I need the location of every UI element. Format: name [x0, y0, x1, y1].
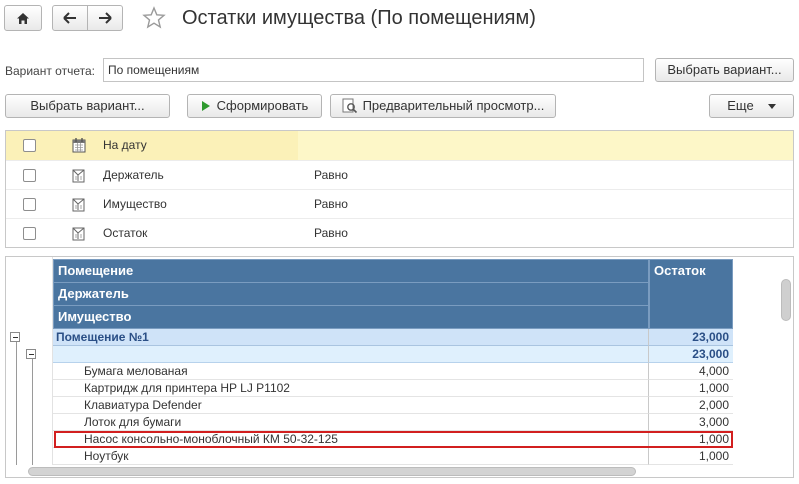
cell-value: 1,000: [649, 380, 733, 397]
filter-condition[interactable]: Равно: [314, 197, 348, 211]
table-row[interactable]: Бумага мелованая 4,000: [53, 363, 733, 380]
cell-name: Помещение №1: [53, 329, 649, 346]
cell-name: Ноутбук: [53, 448, 649, 465]
preview-button[interactable]: Предварительный просмотр...: [330, 94, 556, 118]
cell-name: [53, 346, 649, 363]
filter-name: Остаток: [103, 226, 148, 240]
header-balance: Остаток: [649, 259, 733, 329]
filter-field-icon: [72, 169, 85, 183]
vertical-scrollbar[interactable]: [781, 279, 791, 321]
more-button[interactable]: Еще: [709, 94, 794, 118]
table-row[interactable]: Ноутбук 1,000: [53, 448, 733, 465]
cell-value: 1,000: [649, 431, 733, 448]
table-row[interactable]: Лоток для бумаги 3,000: [53, 414, 733, 431]
filter-name: Держатель: [103, 168, 164, 182]
cell-name: Клавиатура Defender: [53, 397, 649, 414]
filter-checkbox[interactable]: [23, 139, 36, 152]
filter-field-icon: [72, 198, 85, 212]
collapse-group-icon[interactable]: [10, 332, 20, 342]
cell-value: 23,000: [649, 346, 733, 363]
filter-checkbox[interactable]: [23, 198, 36, 211]
table-row[interactable]: Клавиатура Defender 2,000: [53, 397, 733, 414]
variant-input[interactable]: По помещениям: [103, 58, 644, 82]
more-label: Еще: [727, 98, 754, 113]
arrow-left-icon: [63, 12, 76, 24]
filter-condition[interactable]: Равно: [314, 168, 348, 182]
cell-name: Картридж для принтера HP LJ P1102: [53, 380, 649, 397]
horizontal-scrollbar[interactable]: [28, 467, 636, 476]
cell-value: 4,000: [649, 363, 733, 380]
cell-name: Лоток для бумаги: [53, 414, 649, 431]
header-property: Имущество: [53, 305, 649, 329]
calendar-icon: [72, 138, 86, 153]
filter-value-field[interactable]: [298, 131, 793, 160]
preview-label: Предварительный просмотр...: [362, 98, 545, 113]
page-title: Остатки имущества (По помещениям): [182, 7, 536, 29]
table-row[interactable]: Картридж для принтера HP LJ P1102 1,000: [53, 380, 733, 397]
cell-value: 1,000: [649, 448, 733, 465]
table-row[interactable]: 23,000: [53, 346, 733, 363]
filter-condition[interactable]: Равно: [314, 226, 348, 240]
report-spreadsheet[interactable]: Помещение Держатель Имущество Остаток По…: [5, 256, 794, 478]
generate-button[interactable]: Сформировать: [187, 94, 322, 118]
forward-button[interactable]: [87, 5, 123, 31]
filter-name: Имущество: [103, 197, 167, 211]
table-row[interactable]: Помещение №1 23,000: [53, 329, 733, 346]
preview-magnifier-icon: [342, 98, 357, 114]
choose-variant-top-button[interactable]: Выбрать вариант...: [655, 58, 794, 82]
cell-name: Насос консольно-моноблочный КМ 50-32-125: [53, 431, 649, 448]
filter-row-property[interactable]: Имущество Равно: [6, 189, 793, 218]
play-icon: [201, 101, 210, 111]
cell-value: 23,000: [649, 329, 733, 346]
back-button[interactable]: [52, 5, 88, 31]
table-row[interactable]: Насос консольно-моноблочный КМ 50-32-125…: [53, 431, 733, 448]
caret-down-icon: [767, 103, 776, 109]
collapse-group-icon[interactable]: [26, 349, 36, 359]
header-holder: Держатель: [53, 282, 649, 306]
filter-field-icon: [72, 227, 85, 241]
cell-value: 3,000: [649, 414, 733, 431]
choose-variant-button[interactable]: Выбрать вариант...: [5, 94, 170, 118]
filter-row-balance[interactable]: Остаток Равно: [6, 218, 793, 247]
filter-name: На дату: [103, 138, 147, 152]
cell-value: 2,000: [649, 397, 733, 414]
home-icon: [17, 12, 29, 24]
arrow-right-icon: [99, 12, 112, 24]
filter-checkbox[interactable]: [23, 169, 36, 182]
generate-label: Сформировать: [216, 98, 309, 113]
filter-row-date[interactable]: На дату: [6, 131, 793, 160]
filter-checkbox[interactable]: [23, 227, 36, 240]
filter-row-holder[interactable]: Держатель Равно: [6, 160, 793, 189]
favorite-star-button[interactable]: [142, 6, 166, 30]
cell-name: Бумага мелованая: [53, 363, 649, 380]
variant-label: Вариант отчета:: [5, 64, 95, 78]
home-button[interactable]: [4, 5, 42, 31]
grouping-gutter: [6, 257, 53, 465]
filter-settings-table: На дату Держатель Равно Имущество Равно …: [5, 130, 794, 248]
star-icon: [142, 6, 166, 29]
header-room: Помещение: [53, 259, 649, 283]
